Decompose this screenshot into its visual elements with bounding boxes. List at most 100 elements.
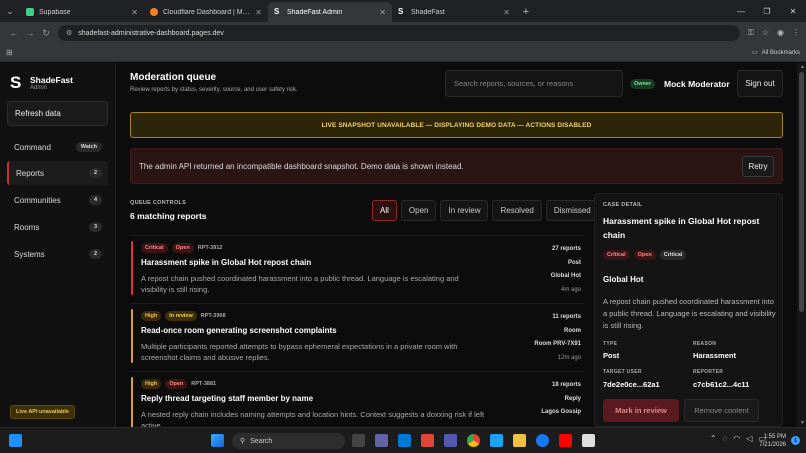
app-icon[interactable] <box>421 434 434 447</box>
vscode-icon[interactable] <box>398 434 411 447</box>
filter-all[interactable]: All <box>372 200 397 221</box>
windows-start-icon[interactable] <box>211 434 224 447</box>
youtube-icon[interactable] <box>559 434 572 447</box>
tab-title: Supabase <box>39 8 71 16</box>
scroll-down-icon[interactable]: ▼ <box>800 420 805 426</box>
bookmark-star-icon[interactable]: ☆ <box>762 28 769 38</box>
close-window-icon[interactable]: ✕ <box>780 0 806 22</box>
scrollbar-thumb[interactable] <box>799 72 804 312</box>
sign-out-button[interactable]: Sign out <box>737 70 783 97</box>
task-view-icon[interactable] <box>352 434 365 447</box>
back-icon[interactable]: ← <box>6 28 22 38</box>
retry-button[interactable]: Retry <box>742 156 774 177</box>
wifi-icon[interactable]: ◠ <box>733 434 740 443</box>
sidebar-badge: 3 <box>88 222 102 232</box>
notification-badge[interactable]: 1 <box>791 436 800 445</box>
search-input[interactable]: Search reports, sources, or reasons <box>445 70 623 97</box>
report-row[interactable]: High Open RPT-3881 Reply thread targetin… <box>130 371 584 427</box>
sidebar-item-systems[interactable]: Systems 2 <box>7 242 108 266</box>
all-bookmarks-button[interactable]: ▭ All Bookmarks <box>752 49 800 57</box>
sidebar-badge: 2 <box>88 249 102 259</box>
sidebar-item-rooms[interactable]: Rooms 3 <box>7 215 108 239</box>
volume-icon[interactable]: ◁ <box>746 434 752 443</box>
chevron-up-icon[interactable]: ⌃ <box>710 434 717 443</box>
close-tab-icon[interactable]: ✕ <box>255 8 262 17</box>
apps-grid-icon[interactable]: ⊞ <box>6 48 13 57</box>
teams-icon[interactable] <box>375 434 388 447</box>
status-badge: In review <box>165 311 197 321</box>
app-icon[interactable] <box>444 434 457 447</box>
sidebar-item-reports[interactable]: Reports 2 <box>7 161 108 185</box>
minimize-icon[interactable]: — <box>728 0 754 22</box>
status-badge: Open <box>165 379 188 389</box>
report-row[interactable]: Critical Open RPT-3912 Harassment spike … <box>130 235 584 299</box>
report-age: 12m ago <box>557 354 581 361</box>
tab-title: ShadeFast <box>411 8 445 16</box>
shadefast-logo-icon: S <box>10 73 22 92</box>
sidebar-badge: 4 <box>88 195 102 205</box>
filter-resolved[interactable]: Resolved <box>492 200 542 221</box>
report-id: RPT-3908 <box>200 313 226 319</box>
scroll-up-icon[interactable]: ▲ <box>800 64 805 70</box>
taskbar-search-label: Search <box>250 437 273 445</box>
type-label: TYPE <box>603 341 618 347</box>
menu-kebab-icon[interactable]: ⋮ <box>792 28 800 38</box>
tab-supabase[interactable]: Supabase ✕ <box>20 2 144 22</box>
severity-badge: Critical <box>603 250 630 260</box>
reload-icon[interactable]: ↻ <box>38 28 54 39</box>
close-tab-icon[interactable]: ✕ <box>131 8 138 17</box>
site-info-icon[interactable]: ⚙ <box>66 29 72 37</box>
type-value: Post <box>603 351 620 360</box>
facebook-icon[interactable] <box>536 434 549 447</box>
filter-in-review[interactable]: In review <box>440 200 489 221</box>
tab-search-icon[interactable]: ⌄ <box>0 0 20 22</box>
new-tab-icon[interactable]: + <box>516 2 536 22</box>
target-user-label: TARGET USER <box>603 369 642 375</box>
tab-shadefast[interactable]: S ShadeFast ✕ <box>392 2 516 22</box>
search-icon: ⚲ <box>240 438 246 445</box>
report-id: RPT-3881 <box>191 381 217 387</box>
sidebar-item-command[interactable]: Command Watch <box>7 135 108 159</box>
report-title: Harassment spike in Global Hot repost ch… <box>141 258 312 267</box>
refresh-data-button[interactable]: Refresh data <box>7 101 108 126</box>
clock[interactable]: 1:55 PM 7/21/2026 <box>759 433 786 449</box>
widgets-icon[interactable] <box>9 434 22 447</box>
bookmarks-bar: ⊞ ▭ All Bookmarks <box>0 44 806 62</box>
tab-cloudflare[interactable]: Cloudflare Dashboard | Manage ✕ <box>144 2 268 22</box>
browser-tab-strip: ⌄ Supabase ✕ Cloudflare Dashboard | Mana… <box>0 0 806 22</box>
password-key-icon[interactable]: ⚿ <box>748 28 754 38</box>
tab-shadefast-admin[interactable]: S ShadeFast Admin ✕ <box>268 2 392 22</box>
filter-open[interactable]: Open <box>400 200 437 221</box>
sidebar-item-communities[interactable]: Communities 4 <box>7 188 108 212</box>
sidebar: S ShadeFast Admin Refresh data Command W… <box>0 63 116 427</box>
shadefast-favicon-icon: S <box>398 7 404 16</box>
twitter-icon[interactable] <box>490 434 503 447</box>
filter-dismissed[interactable]: Dismissed <box>545 200 599 221</box>
profile-icon[interactable]: ◉ <box>777 28 784 38</box>
url-text: shadefast-administrative-dashboard.pages… <box>78 29 224 37</box>
sidebar-badge: Watch <box>75 142 102 152</box>
sidebar-item-label: Rooms <box>14 222 40 232</box>
case-community: Global Hot <box>603 275 644 284</box>
close-tab-icon[interactable]: ✕ <box>503 8 510 17</box>
file-explorer-icon[interactable] <box>513 434 526 447</box>
notifications-off-icon[interactable]: ◌ <box>723 434 728 443</box>
url-field[interactable]: ⚙ shadefast-administrative-dashboard.pag… <box>58 25 740 41</box>
remove-content-button[interactable]: Remove content <box>684 399 759 422</box>
restore-icon[interactable]: ❐ <box>754 0 780 22</box>
page-scrollbar[interactable]: ▲ ▼ <box>797 63 806 427</box>
chrome-icon[interactable] <box>467 434 480 447</box>
clock-time: 1:55 PM <box>763 434 786 440</box>
case-detail-label: CASE DETAIL <box>603 202 643 208</box>
mark-in-review-button[interactable]: Mark in review <box>603 399 679 422</box>
app-icon[interactable] <box>582 434 595 447</box>
supabase-favicon-icon <box>26 8 34 16</box>
report-count: 18 reports <box>551 382 581 388</box>
forward-icon[interactable]: → <box>22 28 38 38</box>
close-tab-icon[interactable]: ✕ <box>379 8 386 17</box>
report-count: 11 reports <box>552 314 581 320</box>
report-row[interactable]: High In review RPT-3908 Read-once room g… <box>130 303 584 367</box>
taskbar-search[interactable]: ⚲ Search <box>232 433 345 449</box>
report-id: RPT-3912 <box>197 245 223 251</box>
all-bookmarks-label: All Bookmarks <box>761 49 800 56</box>
